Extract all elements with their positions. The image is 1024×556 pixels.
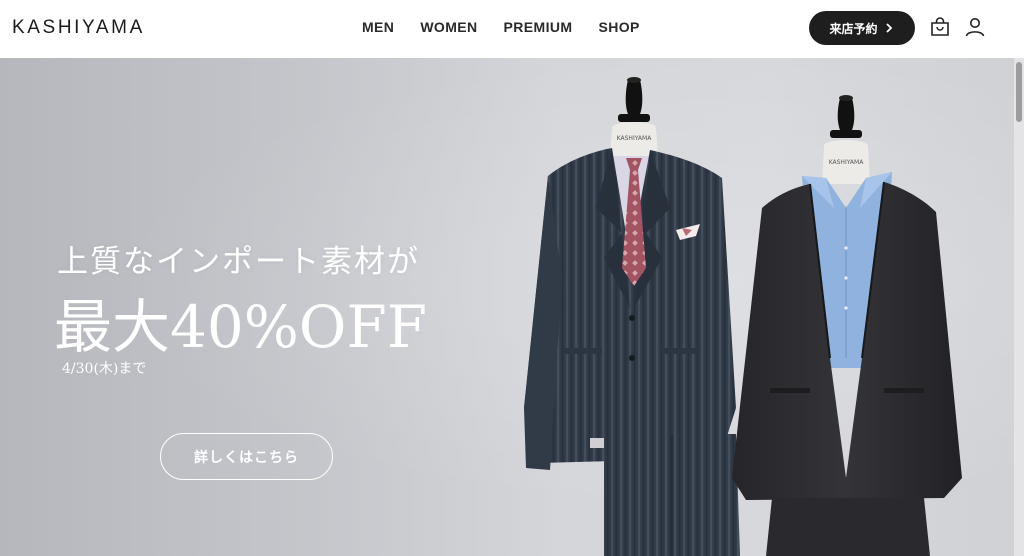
brand-logo[interactable]: KASHIYAMA [12,17,145,39]
womens-suit-mannequin: KASHIYAMA [732,95,962,556]
scrollbar-thumb[interactable] [1016,62,1022,122]
nav-item-women[interactable]: WOMEN [420,19,477,35]
chevron-right-icon [883,22,895,34]
hero-headline: 上質なインポート素材が [57,244,420,280]
hero-deadline: 4/30(木)まで [62,361,147,377]
site-header: KASHIYAMA MEN WOMEN PREMIUM SHOP 来店予約 [0,0,1024,58]
page-scrollbar[interactable] [1014,58,1024,556]
mannequin-label-left: KASHIYAMA [617,135,653,142]
details-button[interactable]: 詳しくはこちら [160,433,333,480]
nav-item-shop[interactable]: SHOP [598,19,639,35]
suit-mannequins-image: KASHIYAMA KASHIYAMA [524,77,962,556]
store-reservation-label: 来店予約 [829,21,878,36]
nav-item-premium[interactable]: PREMIUM [504,19,573,35]
user-icon[interactable] [963,15,987,39]
hero-banner[interactable]: 上質なインポート素材が 最大40%OFF 4/30(木)まで 詳しくはこちら K… [0,58,1024,556]
mens-suit-mannequin: KASHIYAMA [524,77,740,556]
hero-offer-text: 最大40%OFF [54,293,427,361]
shopping-bag-icon[interactable] [928,15,952,39]
main-nav: MEN WOMEN PREMIUM SHOP [362,19,666,35]
nav-item-men[interactable]: MEN [362,19,394,35]
mannequin-label-right: KASHIYAMA [829,159,865,166]
store-reservation-button[interactable]: 来店予約 [809,11,915,45]
